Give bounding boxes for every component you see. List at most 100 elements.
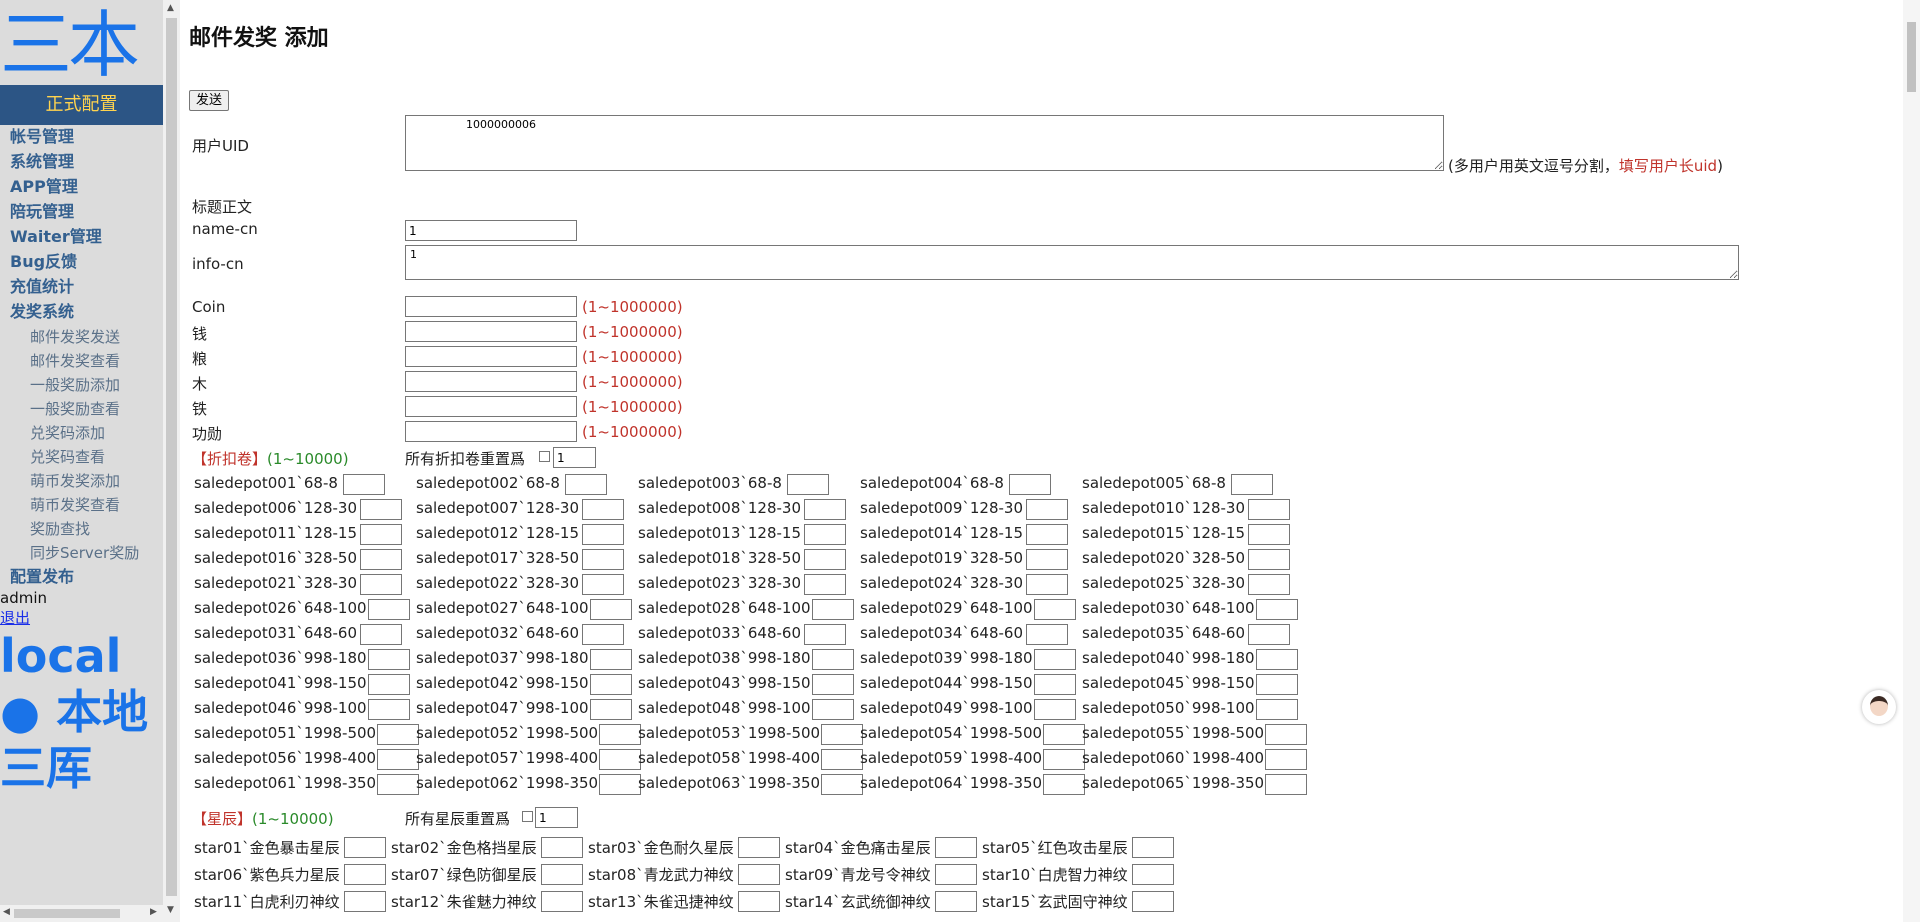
resource-input[interactable] [405, 396, 577, 417]
grid-item-input[interactable] [935, 864, 977, 885]
grid-item-input[interactable] [1247, 549, 1290, 570]
sidebar-item[interactable]: 兑奖码添加 [10, 422, 139, 446]
grid-item-input[interactable] [590, 599, 632, 620]
grid-item-input[interactable] [1042, 749, 1085, 770]
scroll-right-arrow-icon[interactable]: ▶ [150, 907, 157, 917]
grid-item-input[interactable] [590, 699, 632, 720]
grid-item-input[interactable] [1034, 674, 1076, 695]
grid-item-input[interactable] [1025, 624, 1068, 645]
scroll-left-arrow-icon[interactable]: ◀ [3, 907, 10, 917]
grid-item-input[interactable] [581, 574, 624, 595]
grid-item-input[interactable] [1025, 499, 1068, 520]
resource-input[interactable] [405, 371, 577, 392]
grid-item-input[interactable] [541, 837, 583, 858]
stars-reset-checkbox[interactable] [522, 811, 533, 822]
grid-item-input[interactable] [1042, 724, 1085, 745]
grid-item-input[interactable] [738, 864, 780, 885]
discount-reset-input[interactable] [553, 447, 596, 468]
grid-item-input[interactable] [1256, 599, 1298, 620]
grid-item-input[interactable] [935, 891, 977, 912]
grid-item-input[interactable] [359, 624, 402, 645]
grid-item-input[interactable] [803, 499, 846, 520]
grid-item-input[interactable] [581, 624, 624, 645]
grid-item-input[interactable] [1256, 699, 1298, 720]
grid-item-input[interactable] [1247, 524, 1290, 545]
grid-item-input[interactable] [368, 599, 410, 620]
sidebar-item[interactable]: 充值统计 [10, 276, 139, 301]
grid-item-input[interactable] [590, 674, 632, 695]
grid-item-input[interactable] [1247, 624, 1290, 645]
grid-item-input[interactable] [1008, 474, 1051, 495]
grid-item-input[interactable] [1034, 649, 1076, 670]
resource-input[interactable] [405, 321, 577, 342]
scroll-down-arrow-icon[interactable]: ▼ [167, 905, 174, 915]
resource-input[interactable] [405, 346, 577, 367]
grid-item-input[interactable] [1034, 599, 1076, 620]
grid-item-input[interactable] [368, 649, 410, 670]
scrollbar-thumb[interactable] [166, 18, 177, 896]
grid-item-input[interactable] [1132, 864, 1174, 885]
sidebar-item[interactable]: 一般奖励查看 [10, 398, 139, 422]
grid-item-input[interactable] [935, 837, 977, 858]
grid-item-input[interactable] [368, 699, 410, 720]
grid-item-input[interactable] [820, 774, 863, 795]
grid-item-input[interactable] [541, 891, 583, 912]
grid-item-input[interactable] [344, 891, 386, 912]
grid-item-input[interactable] [598, 724, 641, 745]
grid-item-input[interactable] [803, 549, 846, 570]
grid-item-input[interactable] [803, 574, 846, 595]
grid-item-input[interactable] [1132, 891, 1174, 912]
sidebar-item[interactable]: 邮件发奖发送 [10, 326, 139, 350]
grid-item-input[interactable] [344, 837, 386, 858]
sidebar-item[interactable]: 帐号管理 [10, 126, 139, 151]
grid-item-input[interactable] [1256, 674, 1298, 695]
sidebar-item[interactable]: 发奖系统 [10, 301, 139, 326]
sidebar-item[interactable]: 陪玩管理 [10, 201, 139, 226]
page-vertical-scrollbar[interactable] [1903, 0, 1920, 922]
sidebar-item[interactable]: 系统管理 [10, 151, 139, 176]
grid-item-input[interactable] [359, 524, 402, 545]
discount-reset-checkbox[interactable] [539, 451, 550, 462]
grid-item-input[interactable] [812, 649, 854, 670]
grid-item-input[interactable] [803, 524, 846, 545]
grid-item-input[interactable] [598, 774, 641, 795]
uid-textarea[interactable]: 1000000006 [405, 115, 1444, 171]
sidebar-item[interactable]: Bug反馈 [10, 251, 139, 276]
resource-input[interactable] [405, 296, 577, 317]
sidebar-item[interactable]: APP管理 [10, 176, 139, 201]
grid-item-input[interactable] [820, 724, 863, 745]
grid-item-input[interactable] [738, 837, 780, 858]
grid-item-input[interactable] [1264, 774, 1307, 795]
sidebar-item[interactable]: 萌币发奖添加 [10, 470, 139, 494]
grid-item-input[interactable] [812, 674, 854, 695]
grid-item-input[interactable] [1132, 837, 1174, 858]
scroll-up-arrow-icon[interactable]: ▲ [167, 3, 174, 13]
grid-item-input[interactable] [1042, 774, 1085, 795]
grid-item-input[interactable] [376, 774, 419, 795]
sidebar-item[interactable]: 萌币发奖查看 [10, 494, 139, 518]
name-cn-input[interactable] [405, 220, 577, 241]
grid-item-input[interactable] [376, 749, 419, 770]
grid-item-input[interactable] [1025, 524, 1068, 545]
grid-item-input[interactable] [1247, 499, 1290, 520]
info-cn-textarea[interactable]: 1 [405, 245, 1739, 280]
grid-item-input[interactable] [581, 549, 624, 570]
grid-item-input[interactable] [1256, 649, 1298, 670]
grid-item-input[interactable] [803, 624, 846, 645]
grid-item-input[interactable] [1247, 574, 1290, 595]
sidebar-item[interactable]: 一般奖励添加 [10, 374, 139, 398]
grid-item-input[interactable] [359, 574, 402, 595]
grid-item-input[interactable] [820, 749, 863, 770]
grid-item-input[interactable] [812, 699, 854, 720]
grid-item-input[interactable] [1264, 749, 1307, 770]
grid-item-input[interactable] [368, 674, 410, 695]
grid-item-input[interactable] [1025, 549, 1068, 570]
grid-item-input[interactable] [581, 524, 624, 545]
sidebar-horizontal-scrollbar[interactable]: ◀ ▶ [0, 905, 163, 922]
grid-item-input[interactable] [1264, 724, 1307, 745]
send-button[interactable]: 发送 [189, 90, 230, 111]
grid-item-input[interactable] [564, 474, 607, 495]
grid-item-input[interactable] [1025, 574, 1068, 595]
grid-item-input[interactable] [1230, 474, 1273, 495]
scrollbar-thumb[interactable] [1907, 22, 1916, 92]
